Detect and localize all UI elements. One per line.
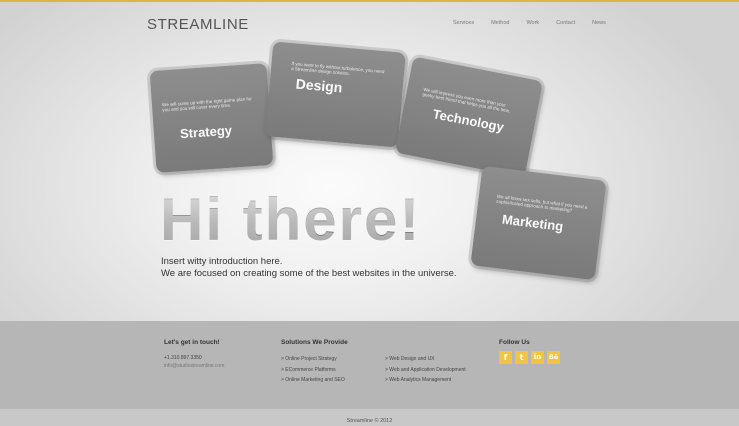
solution-link[interactable]: > Online Marketing and SEO	[281, 375, 345, 386]
footer-follow-heading: Follow Us	[499, 339, 530, 346]
social-links: f t in Bē	[499, 351, 560, 364]
footer-solutions-heading: Solutions We Provide	[281, 339, 348, 346]
site-logo[interactable]: STREAMLINE	[147, 16, 249, 33]
solution-link[interactable]: > Web and Application Development	[385, 365, 466, 376]
nav-services[interactable]: Services	[453, 20, 474, 26]
solution-link[interactable]: > Online Project Strategy	[281, 354, 345, 365]
copyright-bar: Streamline © 2012	[0, 409, 739, 426]
nav-news[interactable]: News	[592, 20, 606, 26]
twitter-icon[interactable]: t	[515, 351, 528, 364]
solutions-list-1: > Online Project Strategy > ECommerce Pl…	[281, 354, 345, 386]
card-marketing-title: Marketing	[501, 211, 565, 234]
card-strategy-title: Strategy	[179, 122, 233, 142]
copyright-text: Streamline © 2012	[346, 418, 393, 424]
facebook-icon[interactable]: f	[499, 351, 512, 364]
hero-intro-line1: Insert witty introduction here.	[161, 256, 283, 267]
footer-contact-heading: Let's get in touch!	[164, 339, 220, 346]
nav-contact[interactable]: Contact	[556, 20, 575, 26]
footer	[0, 321, 739, 409]
solution-link[interactable]: > Web Design and UX	[385, 354, 466, 365]
linkedin-icon[interactable]: in	[531, 351, 544, 364]
card-strategy-desc: We will come up with the right game plan…	[161, 96, 252, 113]
hero-intro-line2: We are focused on creating some of the b…	[161, 268, 457, 279]
nav-method[interactable]: Method	[491, 20, 509, 26]
solutions-list-2: > Web Design and UX > Web and Applicatio…	[385, 354, 466, 386]
hero-headline: Hi there!	[160, 186, 422, 253]
card-marketing[interactable]: We all know sex sells, but what if you n…	[470, 165, 607, 281]
solution-link[interactable]: > Web Analytics Management	[385, 375, 466, 386]
main-nav: Services Method Work Contact News	[453, 20, 623, 26]
footer-email[interactable]: info@studiostreamline.com	[164, 363, 224, 369]
card-strategy[interactable]: We will come up with the right game plan…	[149, 63, 274, 173]
solution-link[interactable]: > ECommerce Platforms	[281, 365, 345, 376]
footer-phone: +1.310.897.3350	[164, 355, 202, 361]
behance-icon[interactable]: Bē	[547, 351, 560, 364]
nav-work[interactable]: Work	[526, 20, 539, 26]
card-design[interactable]: If you want to fly without turbulence, y…	[265, 41, 406, 148]
